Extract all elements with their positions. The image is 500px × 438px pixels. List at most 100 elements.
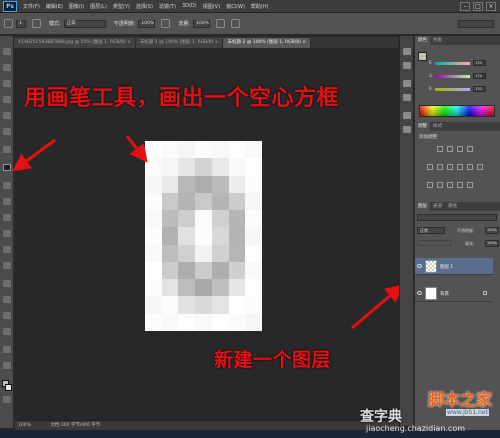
menu-help[interactable]: 帮助(H) (251, 3, 269, 10)
history-brush-tool-icon[interactable] (3, 198, 11, 205)
curves-adjust-icon[interactable] (457, 146, 463, 152)
dodge-tool-icon[interactable] (3, 262, 11, 269)
hand-tool-icon[interactable] (3, 346, 11, 353)
shape-tool-icon[interactable] (3, 328, 11, 335)
vibrance-adjust-icon[interactable] (427, 164, 433, 170)
background-color-swatch[interactable] (5, 384, 12, 391)
visibility-eye-icon[interactable] (417, 264, 422, 268)
stamp-tool-icon[interactable] (3, 182, 11, 189)
pressure-size-icon[interactable] (231, 19, 241, 28)
move-tool-icon[interactable] (3, 48, 11, 55)
canvas-pixel (145, 296, 163, 315)
levels-adjust-icon[interactable] (447, 146, 453, 152)
black-white-adjust-icon[interactable] (457, 164, 463, 170)
tab-styles[interactable]: 样式 (430, 122, 445, 131)
posterize-adjust-icon[interactable] (437, 182, 443, 188)
zoom-level[interactable]: 100% (18, 423, 31, 428)
tab-adjustments[interactable]: 调整 (415, 122, 430, 131)
hue-saturation-adjust-icon[interactable] (437, 164, 443, 170)
blue-channel-slider[interactable]: B 170 (429, 86, 489, 92)
quick-mask-icon[interactable] (3, 396, 11, 403)
invert-adjust-icon[interactable] (427, 182, 433, 188)
character-panel-icon[interactable] (403, 112, 411, 119)
menu-select[interactable]: 选择(S) (136, 3, 153, 10)
layer1-name[interactable]: 图层 1 (440, 264, 453, 270)
layer-row-background[interactable]: 背景 (415, 285, 493, 302)
red-value-field[interactable]: 170 (473, 60, 486, 66)
menu-3d[interactable]: 3D(D) (182, 3, 197, 9)
blue-value-field[interactable]: 170 (473, 86, 486, 92)
document-info[interactable]: 文档:300 字节/400 字节 (50, 423, 100, 428)
blend-mode-select[interactable]: 正常 (417, 227, 445, 234)
clone-source-icon[interactable] (403, 94, 411, 101)
eraser-tool-icon[interactable] (3, 214, 11, 221)
tab-layers[interactable]: 图层 (415, 202, 430, 211)
color-balance-adjust-icon[interactable] (447, 164, 453, 170)
tab-document-2[interactable]: 未标题-1 @ 100% (图层 1, RGB/8) × (135, 38, 224, 48)
path-select-tool-icon[interactable] (3, 312, 11, 319)
brush-size-field[interactable]: 1 (16, 19, 26, 28)
eyedropper-tool-icon[interactable] (3, 128, 11, 135)
layer-filter-bar[interactable] (417, 214, 497, 221)
marquee-tool-icon[interactable] (3, 64, 11, 71)
crop-tool-icon[interactable] (3, 112, 11, 119)
close-button[interactable]: × (486, 1, 496, 11)
menu-window[interactable]: 窗口(W) (226, 3, 245, 10)
layer-row-layer1[interactable]: 图层 1 (415, 258, 493, 275)
layer-opacity-field[interactable]: 100% (485, 227, 499, 234)
type-tool-icon[interactable] (3, 296, 11, 303)
threshold-adjust-icon[interactable] (447, 182, 453, 188)
mode-select[interactable]: 正常 (63, 19, 106, 28)
color-fg-chip[interactable] (418, 52, 427, 61)
pen-tool-icon[interactable] (3, 280, 11, 287)
tab-document-3[interactable]: 未标题-2 @ 100% (图层 1, RGB/8) × (223, 38, 312, 48)
flow-field[interactable]: 100% (193, 19, 211, 28)
minimize-button[interactable]: – (460, 1, 470, 11)
maximize-button[interactable]: □ (473, 1, 483, 11)
menu-type[interactable]: 类型(Y) (113, 3, 130, 10)
channel-mixer-adjust-icon[interactable] (477, 164, 483, 170)
brush-panel-icon[interactable] (403, 80, 411, 87)
menu-view[interactable]: 视图(V) (203, 3, 220, 10)
menu-file[interactable]: 文件(F) (23, 3, 40, 10)
workspace-select[interactable] (458, 19, 494, 28)
color-spectrum-bar[interactable] (419, 105, 495, 117)
exposure-adjust-icon[interactable] (467, 146, 473, 152)
opacity-field[interactable]: 100% (138, 19, 156, 28)
blur-tool-icon[interactable] (3, 246, 11, 253)
tab-document-1[interactable]: A14B25C5836B7898.jpg @ 50% (图层 1, RGB/8)… (14, 38, 136, 48)
tab-swatches[interactable]: 色板 (430, 36, 445, 45)
menu-filter[interactable]: 滤镜(T) (159, 3, 176, 10)
selective-color-adjust-icon[interactable] (467, 182, 473, 188)
history-panel-icon[interactable] (403, 48, 411, 55)
zoom-tool-icon[interactable] (3, 362, 11, 369)
healing-tool-icon[interactable] (3, 146, 11, 153)
menu-edit[interactable]: 编辑(E) (46, 3, 63, 10)
red-channel-slider[interactable]: R 170 (429, 60, 489, 66)
gradient-tool-icon[interactable] (3, 230, 11, 237)
gradient-map-adjust-icon[interactable] (457, 182, 463, 188)
menu-layer[interactable]: 图层(L) (90, 3, 107, 10)
tab-channels[interactable]: 通道 (430, 202, 445, 211)
brush-preset-icon[interactable] (4, 19, 13, 28)
green-channel-slider[interactable]: G 174 (429, 73, 489, 79)
photo-filter-adjust-icon[interactable] (467, 164, 473, 170)
actions-panel-icon[interactable] (403, 62, 411, 69)
green-value-field[interactable]: 174 (473, 73, 486, 79)
brush-tool-icon[interactable] (3, 164, 11, 171)
background-layer-name[interactable]: 背景 (440, 291, 449, 297)
tab-paths[interactable]: 路径 (445, 202, 460, 211)
quick-select-tool-icon[interactable] (3, 96, 11, 103)
airbrush-icon[interactable] (216, 19, 226, 28)
tab-color[interactable]: 颜色 (415, 36, 430, 45)
brightness-adjust-icon[interactable] (437, 146, 443, 152)
paragraph-panel-icon[interactable] (403, 126, 411, 133)
pressure-opacity-icon[interactable] (161, 19, 171, 28)
visibility-eye-icon[interactable] (417, 291, 422, 295)
layer-fill-field[interactable]: 100% (485, 240, 499, 247)
brush-panel-icon[interactable] (32, 19, 41, 28)
lasso-tool-icon[interactable] (3, 80, 11, 87)
blue-channel-label: B (429, 86, 432, 91)
menu-image[interactable]: 图像(I) (69, 3, 84, 10)
document-canvas[interactable] (145, 141, 263, 332)
